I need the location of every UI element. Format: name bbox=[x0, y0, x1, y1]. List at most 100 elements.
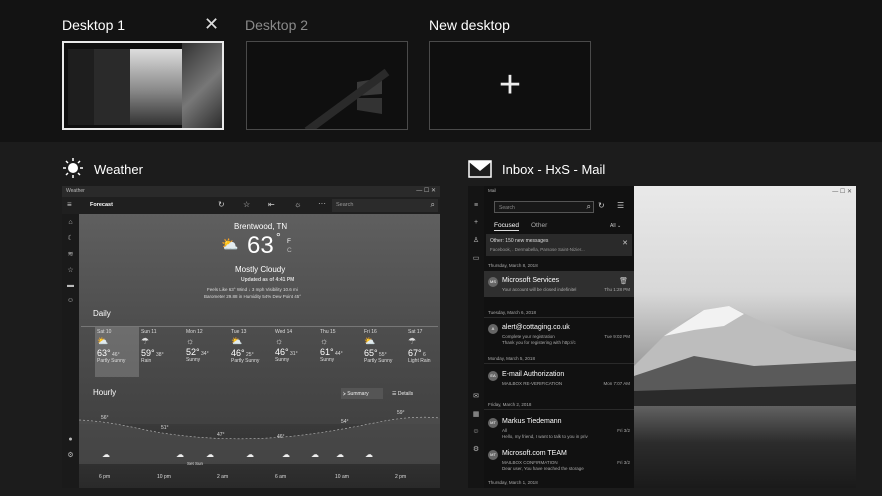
date-group-header: Thursday, March 8, 2018 bbox=[488, 263, 538, 268]
close-icon[interactable]: ✕ bbox=[622, 239, 628, 247]
mail-window[interactable]: ≡ + ♙ ▭ ✉ ▦ ☺ ⚙ Mail Search ⌕ ↻ ☰ Focuse… bbox=[468, 186, 856, 488]
sync-icon[interactable]: ↻ bbox=[598, 201, 605, 210]
current-temperature: 63 bbox=[247, 232, 274, 259]
summary-button[interactable]: ⦔ Summary bbox=[341, 388, 383, 399]
window-controls[interactable]: — ☐ ✕ bbox=[832, 188, 852, 195]
settings-icon[interactable]: ☼ bbox=[294, 200, 301, 209]
hour-temp: 46° bbox=[277, 434, 285, 440]
mail-app-name: Mail bbox=[488, 188, 497, 193]
mail-search-input[interactable]: Search ⌕ bbox=[494, 201, 594, 213]
tab-focused[interactable]: Focused bbox=[494, 222, 519, 231]
hour-label: 2 pm bbox=[395, 474, 407, 480]
historical-icon[interactable]: ≋ bbox=[62, 250, 79, 258]
updated-time: Updated as of 4:41 PM bbox=[241, 277, 295, 283]
partly-sunny-icon: ⛅ bbox=[97, 336, 109, 346]
weather-search-input[interactable]: Search ⌕ bbox=[332, 199, 438, 212]
other-messages-banner[interactable]: Other: 150 new messages Facebook, . Derm… bbox=[486, 234, 632, 256]
weather-window-title[interactable]: Weather bbox=[94, 162, 143, 177]
windows-logo-wallpaper bbox=[304, 68, 390, 129]
search-icon[interactable]: ⌕ bbox=[587, 202, 591, 212]
hour-label: 10 am bbox=[335, 474, 349, 480]
tab-other[interactable]: Other bbox=[531, 222, 547, 229]
day-card[interactable]: Wed 14 ☼ 46° 31° Sunny bbox=[273, 327, 317, 377]
news-icon[interactable]: ▬ bbox=[62, 282, 79, 289]
accounts-icon[interactable]: ♙ bbox=[468, 236, 484, 244]
mail-list-pane: Mail Search ⌕ ↻ ☰ Focused Other All ⌄ Ot… bbox=[484, 186, 634, 488]
profile-icon[interactable]: ● bbox=[62, 436, 79, 443]
home-icon[interactable]: ⌂ bbox=[62, 219, 79, 226]
weather-titlebar: Weather — ☐ ✕ bbox=[62, 186, 440, 197]
rain-icon: ☂ bbox=[141, 336, 150, 346]
favorite-star-icon[interactable]: ☆ bbox=[243, 200, 250, 209]
date-group-header: Monday, March 5, 2018 bbox=[488, 356, 535, 361]
desktop-2-label[interactable]: Desktop 2 bbox=[245, 17, 308, 33]
maps-icon[interactable]: ☾ bbox=[62, 234, 79, 242]
desktop-1-label[interactable]: Desktop 1 bbox=[62, 17, 125, 33]
mail-window-title[interactable]: Inbox - HxS - Mail bbox=[502, 162, 605, 177]
thumb-mail-photo bbox=[130, 49, 184, 125]
window-controls[interactable]: — ☐ ✕ bbox=[416, 187, 436, 194]
pin-icon[interactable]: ⇤ bbox=[268, 200, 275, 209]
mail-reading-pane-photo: — ☐ ✕ bbox=[634, 186, 856, 488]
sunny-icon: ☼ bbox=[275, 336, 284, 346]
calendar-icon[interactable]: ▦ bbox=[468, 410, 484, 418]
weather-sidebar: ⌂ ☾ ≋ ☆ ▬ ☺ ● ⚙ bbox=[62, 214, 79, 488]
hour-label: 6 am bbox=[275, 474, 287, 480]
people-icon[interactable]: ☺ bbox=[468, 428, 484, 435]
new-desktop-label[interactable]: New desktop bbox=[429, 17, 510, 33]
sunset-sunrise-note: Set Sun bbox=[187, 461, 204, 466]
desktop-2-thumbnail[interactable] bbox=[246, 41, 408, 130]
weather-app-icon bbox=[63, 158, 83, 178]
search-icon[interactable]: ⌕ bbox=[431, 200, 435, 210]
mail-icon[interactable]: ✉ bbox=[468, 392, 484, 400]
places-icon[interactable]: ☆ bbox=[62, 266, 79, 274]
more-icon[interactable]: ··· bbox=[318, 199, 326, 208]
filter-dropdown[interactable]: All ⌄ bbox=[610, 223, 621, 229]
weather-toolbar: ≡ Forecast ↻ ☆ ⇤ ☼ ··· Search ⌕ bbox=[62, 197, 440, 214]
hour-temp: 54° bbox=[341, 419, 349, 425]
sender-name: Markus Tiedemann bbox=[502, 418, 562, 425]
hour-temp: 56° bbox=[101, 415, 109, 421]
day-card[interactable]: Thu 15 ☼ 61° 44° Sunny bbox=[318, 327, 362, 377]
select-mode-icon[interactable]: ☰ bbox=[617, 201, 624, 210]
sender-name: Microsoft Services bbox=[502, 277, 560, 284]
avatar: MT bbox=[488, 418, 498, 428]
refresh-icon[interactable]: ↻ bbox=[218, 200, 225, 209]
unit-celsius[interactable]: C bbox=[287, 247, 292, 254]
cloudy-icon: ☁ bbox=[102, 450, 110, 459]
day-card[interactable]: Tue 13 ⛅ 46° 25° Partly Sunny bbox=[229, 327, 273, 377]
mail-sidebar: ≡ + ♙ ▭ ✉ ▦ ☺ ⚙ bbox=[468, 186, 484, 488]
hamburger-icon[interactable]: ≡ bbox=[468, 202, 484, 209]
date-group-header: Tuesday, March 6, 2018 bbox=[488, 310, 537, 315]
close-icon[interactable]: ✕ bbox=[204, 14, 219, 35]
cloudy-icon: ☁ bbox=[365, 450, 373, 459]
day-card[interactable]: Mon 12 ☼ 52° 34° Sunny bbox=[184, 327, 228, 377]
day-card[interactable]: Sun 11 ☂ 59° 38° Rain bbox=[139, 327, 183, 377]
weather-main-panel: Brentwood, TN ⛅ 63 ° F C Mostly Cloudy U… bbox=[79, 214, 440, 488]
folders-icon[interactable]: ▭ bbox=[468, 254, 484, 262]
sender-name: alert@cottaging.co.uk bbox=[502, 324, 570, 331]
sunny-icon: ☼ bbox=[186, 336, 195, 346]
unit-fahrenheit[interactable]: F bbox=[287, 238, 291, 245]
chevron-down-icon: ⌄ bbox=[616, 223, 622, 229]
avatar: MT bbox=[488, 450, 498, 460]
day-card[interactable]: Sat 10 ⛅ 63° 46° Partly Sunny bbox=[95, 327, 139, 377]
partly-sunny-icon: ⛅ bbox=[231, 336, 243, 346]
avatar: MS bbox=[488, 277, 498, 287]
settings-gear-icon[interactable]: ⚙ bbox=[62, 451, 79, 459]
cloudy-icon: ☁ bbox=[282, 450, 290, 459]
details-button[interactable]: ☰ Details bbox=[390, 388, 424, 399]
feedback-icon[interactable]: ☺ bbox=[62, 297, 79, 304]
settings-gear-icon[interactable]: ⚙ bbox=[468, 445, 484, 453]
plus-icon: + bbox=[498, 64, 522, 106]
new-mail-icon[interactable]: + bbox=[468, 219, 484, 226]
date-group-header: Thursday, March 1, 2018 bbox=[488, 480, 538, 485]
hamburger-icon[interactable]: ≡ bbox=[67, 200, 72, 209]
condition-text: Mostly Cloudy bbox=[235, 265, 286, 274]
day-card[interactable]: Fri 16 ⛅ 65° 55° Partly Sunny bbox=[362, 327, 406, 377]
weather-window[interactable]: Weather — ☐ ✕ ≡ Forecast ↻ ☆ ⇤ ☼ ··· Sea… bbox=[62, 186, 440, 488]
desktop-1-thumbnail[interactable] bbox=[62, 41, 224, 130]
day-card[interactable]: Sat 17 ☂ 67° 6 Light Rain bbox=[406, 327, 440, 377]
new-desktop-button[interactable]: + bbox=[429, 41, 591, 130]
delete-icon[interactable]: 🗑 bbox=[619, 277, 628, 285]
